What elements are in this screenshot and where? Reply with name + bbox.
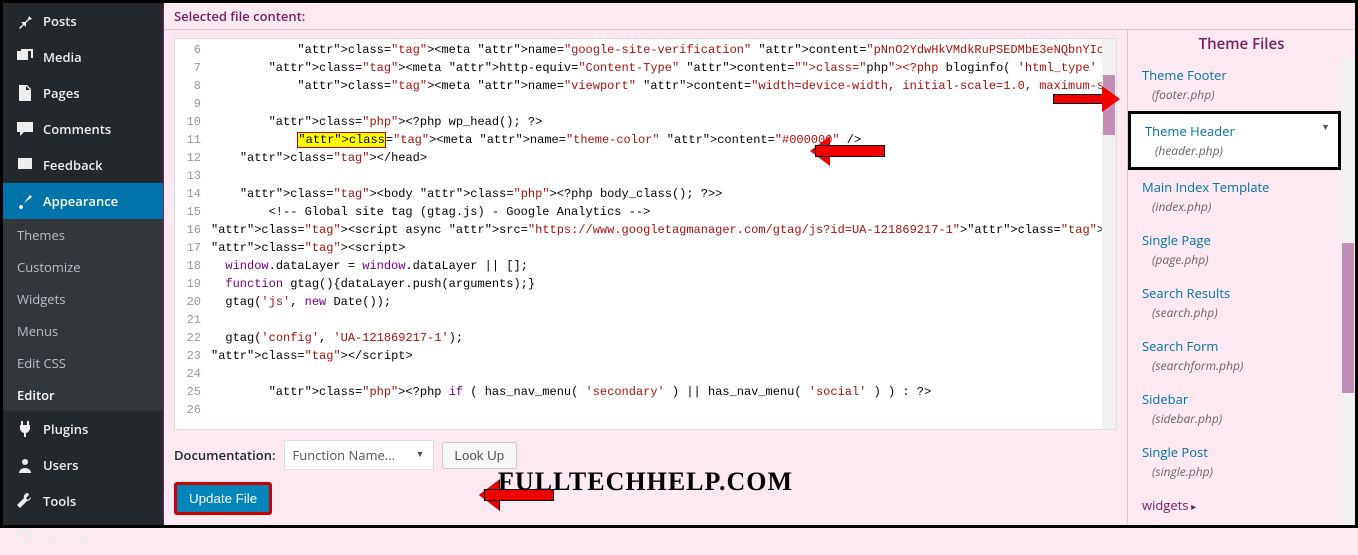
- media-icon: [15, 47, 35, 67]
- sidebar-item-pages[interactable]: Pages: [3, 75, 163, 111]
- brush-icon: [15, 191, 35, 211]
- sidebar-sub-themes[interactable]: Themes: [3, 219, 163, 251]
- theme-files-title: Theme Files: [1128, 30, 1355, 58]
- admin-sidebar: PostsMediaPagesCommentsFeedback Appearan…: [3, 3, 163, 525]
- sidebar-item-feedback[interactable]: Feedback: [3, 147, 163, 183]
- sidebar-item-users[interactable]: Users: [3, 447, 163, 483]
- gear-icon: [15, 527, 35, 547]
- function-select[interactable]: Function Name...: [284, 440, 434, 470]
- sidebar-item-posts[interactable]: Posts: [3, 3, 163, 39]
- sidebar-sub-widgets[interactable]: Widgets: [3, 283, 163, 315]
- lookup-button[interactable]: Look Up: [442, 442, 518, 469]
- theme-file-sidebar[interactable]: Sidebar(sidebar.php): [1128, 382, 1341, 435]
- sidebar-item-plugins[interactable]: Plugins: [3, 411, 163, 447]
- wrench-icon: [15, 491, 35, 511]
- theme-files-panel: Theme Files Theme Footer(footer.php)Them…: [1127, 30, 1355, 525]
- documentation-label: Documentation:: [174, 446, 276, 464]
- sidebar-item-appearance[interactable]: Appearance: [3, 183, 163, 219]
- sidebar-item-tools[interactable]: Tools: [3, 483, 163, 519]
- watermark: FULLTECHHELP.COM: [498, 467, 793, 497]
- theme-file-theme-footer[interactable]: Theme Footer(footer.php): [1128, 58, 1341, 111]
- pin-icon: [15, 11, 35, 31]
- code-content[interactable]: "attr">class="tag"><meta "attr">name="go…: [207, 39, 1102, 429]
- theme-file-single-post[interactable]: Single Post(single.php): [1128, 435, 1341, 488]
- line-gutter: 67891011121314151617181920212223242526: [175, 39, 207, 429]
- theme-file-theme-header[interactable]: Theme Header(header.php): [1128, 111, 1341, 170]
- theme-file-single-page[interactable]: Single Page(page.php): [1128, 223, 1341, 276]
- annotation-arrow: [795, 136, 895, 166]
- sidebar-sub-menus[interactable]: Menus: [3, 315, 163, 347]
- theme-file-main-index-template[interactable]: Main Index Template(index.php): [1128, 170, 1341, 223]
- selected-file-label: Selected file content:: [164, 3, 1355, 30]
- theme-file-search-results[interactable]: Search Results(search.php): [1128, 276, 1341, 329]
- sidebar-sub-customize[interactable]: Customize: [3, 251, 163, 283]
- sidebar-item-comments[interactable]: Comments: [3, 111, 163, 147]
- code-editor[interactable]: 67891011121314151617181920212223242526 "…: [174, 38, 1117, 430]
- sidebar-item-media[interactable]: Media: [3, 39, 163, 75]
- page-icon: [15, 83, 35, 103]
- sidebar-sub-edit-css[interactable]: Edit CSS: [3, 347, 163, 379]
- theme-file-search-form[interactable]: Search Form(searchform.php): [1128, 329, 1341, 382]
- sidebar-item-settings[interactable]: Settings: [3, 519, 163, 555]
- comment-icon: [15, 119, 35, 139]
- sidebar-sub-editor[interactable]: Editor: [3, 379, 163, 411]
- annotation-arrow: [1053, 86, 1133, 112]
- users-icon: [15, 455, 35, 475]
- feedback-icon: [15, 155, 35, 175]
- theme-file-widgets[interactable]: widgets: [1128, 488, 1341, 522]
- update-file-button[interactable]: Update File: [174, 482, 272, 515]
- files-scrollbar[interactable]: [1341, 58, 1355, 525]
- main-area: Selected file content: 67891011121314151…: [163, 3, 1355, 525]
- sidebar-label: Appearance: [43, 192, 118, 210]
- plug-icon: [15, 419, 35, 439]
